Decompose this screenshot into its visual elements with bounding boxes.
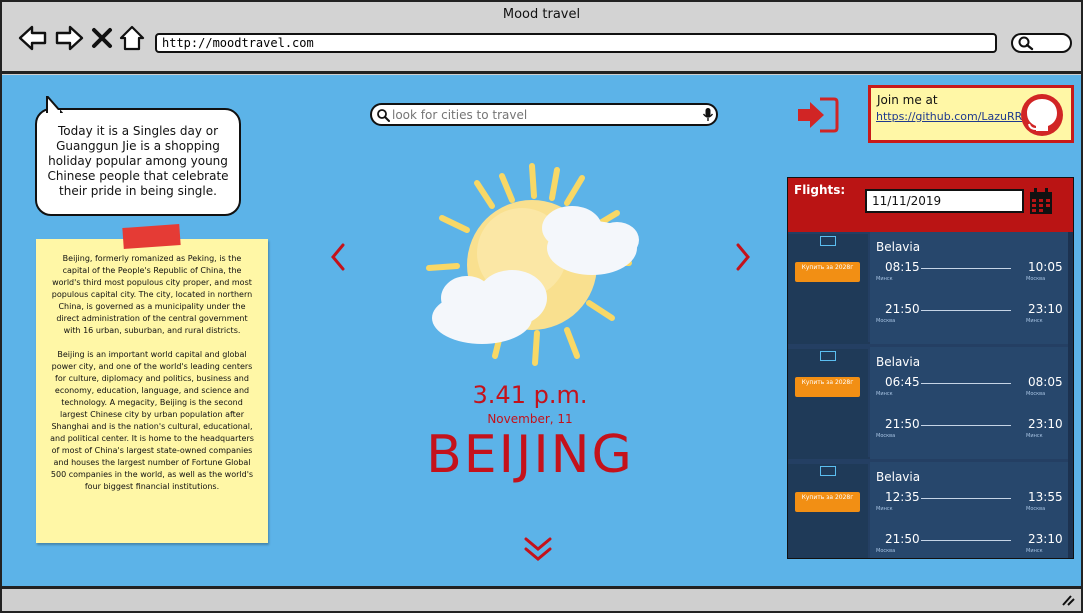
route-line (921, 383, 1011, 384)
flight-segment-return: 21:50 23:10 Москва Минск (876, 532, 1063, 558)
buy-button[interactable]: Купить за 2028г (795, 262, 860, 282)
next-city-arrow[interactable] (732, 241, 754, 273)
departure-city: Москва (876, 318, 896, 324)
departure-time: 21:50 (885, 302, 920, 316)
search-icon (1018, 36, 1034, 51)
tape-decoration (122, 224, 181, 249)
route-line (921, 310, 1011, 311)
flight-card[interactable]: Купить за 2028г Belavia 08:15 10:05 Минс… (788, 232, 1068, 344)
departure-city: Москва (876, 548, 896, 554)
departure-time: 21:50 (885, 417, 920, 431)
holiday-text: Today it is a Singles day or Guanggun Ji… (47, 124, 229, 198)
flight-segment-return: 21:50 23:10 Москва Минск (876, 302, 1063, 342)
route-line (921, 498, 1011, 499)
departure-city: Москва (876, 433, 896, 439)
route-line (921, 425, 1011, 426)
page-content: Today it is a Singles day or Guanggun Ji… (2, 75, 1081, 586)
arrival-city: Москва (1026, 276, 1046, 282)
flight-segment-outbound: 12:35 13:55 Минск Москва (876, 490, 1063, 530)
departure-time: 12:35 (885, 490, 920, 504)
close-icon[interactable] (90, 24, 114, 52)
login-icon[interactable] (796, 96, 840, 134)
flight-card[interactable]: Купить за 2028г Belavia 06:45 08:05 Минс… (788, 347, 1068, 459)
scroll-down-chevrons[interactable] (522, 535, 554, 563)
flight-card-price-block: Купить за 2028г (788, 464, 868, 558)
buy-button[interactable]: Купить за 2028г (795, 377, 860, 397)
city-search-box[interactable] (370, 103, 718, 126)
route-line (921, 540, 1011, 541)
route-line (921, 268, 1011, 269)
browser-statusbar (2, 586, 1081, 611)
browser-search-button[interactable] (1011, 33, 1072, 53)
back-icon[interactable] (18, 24, 48, 52)
flight-segment-return: 21:50 23:10 Москва Минск (876, 417, 1063, 457)
local-date: November, 11 (487, 412, 573, 426)
window-title: Mood travel (502, 7, 581, 22)
flights-label: Flights: (794, 183, 846, 197)
github-link[interactable]: https://github.com/LazuRR (876, 110, 1022, 123)
departure-city: Минск (876, 506, 893, 512)
flight-list-scrollbar[interactable] (1068, 232, 1073, 558)
home-icon[interactable] (118, 24, 146, 52)
flight-card-details: Belavia 12:35 13:55 Минск Москва 21:50 2… (870, 462, 1068, 558)
description-paragraph-1: Beijing, formerly romanized as Peking, i… (51, 254, 253, 335)
flight-segment-outbound: 08:15 10:05 Минск Москва (876, 260, 1063, 300)
departure-city: Минск (876, 391, 893, 397)
join-github-panel: Join me at https://github.com/LazuRR (868, 85, 1074, 143)
local-time: 3.41 p.m. (472, 381, 588, 409)
city-name: BEIJING (426, 425, 634, 485)
flight-results-list[interactable]: Купить за 2028г Belavia 08:15 10:05 Минс… (788, 232, 1073, 558)
forward-icon[interactable] (54, 24, 84, 52)
arrival-time: 23:10 (1028, 532, 1063, 546)
flights-date-input[interactable]: 11/11/2019 (865, 189, 1024, 213)
flight-segment-outbound: 06:45 08:05 Минск Москва (876, 375, 1063, 415)
previous-city-arrow[interactable] (327, 241, 349, 273)
resize-grip-icon[interactable] (1059, 594, 1075, 606)
arrival-time: 10:05 (1028, 260, 1063, 274)
arrival-city: Минск (1026, 433, 1043, 439)
arrival-time: 23:10 (1028, 417, 1063, 431)
flight-card-price-block: Купить за 2028г (788, 349, 868, 459)
join-label: Join me at (877, 93, 938, 107)
flights-panel: Flights: 11/11/2019 Купить за 2028г Bela… (787, 177, 1074, 559)
flight-card[interactable]: Купить за 2028г Belavia 12:35 13:55 Минс… (788, 462, 1068, 558)
browser-titlebar: Mood travel http://moodtravel.com (2, 2, 1081, 74)
departure-time: 06:45 (885, 375, 920, 389)
flight-card-details: Belavia 08:15 10:05 Минск Москва 21:50 2… (870, 232, 1068, 344)
arrival-time: 08:05 (1028, 375, 1063, 389)
flight-card-details: Belavia 06:45 08:05 Минск Москва 21:50 2… (870, 347, 1068, 459)
airline-logo-icon (820, 236, 836, 246)
bubble-tail (46, 96, 63, 114)
flight-card-price-block: Купить за 2028г (788, 234, 868, 344)
arrival-city: Минск (1026, 548, 1043, 554)
arrival-time: 23:10 (1028, 302, 1063, 316)
arrival-city: Москва (1026, 391, 1046, 397)
departure-time: 21:50 (885, 532, 920, 546)
github-icon[interactable] (1020, 93, 1064, 137)
description-paragraph-2: Beijing is an important world capital an… (50, 350, 254, 491)
airline-name: Belavia (876, 470, 921, 484)
url-bar[interactable]: http://moodtravel.com (155, 33, 997, 53)
airline-name: Belavia (876, 355, 921, 369)
airline-name: Belavia (876, 240, 921, 254)
arrival-time: 13:55 (1028, 490, 1063, 504)
buy-button[interactable]: Купить за 2028г (795, 492, 860, 512)
search-icon (377, 109, 390, 122)
departure-city: Минск (876, 276, 893, 282)
airline-logo-icon (820, 466, 836, 476)
calendar-icon[interactable] (1029, 188, 1053, 215)
arrival-city: Минск (1026, 318, 1043, 324)
browser-window: Mood travel http://moodtravel.com Today … (0, 0, 1083, 613)
city-search-input[interactable] (392, 106, 692, 123)
arrival-city: Москва (1026, 506, 1046, 512)
weather-sun-cloud-icon (426, 163, 639, 366)
holiday-speech-bubble: Today it is a Singles day or Guanggun Ji… (35, 96, 241, 216)
departure-time: 08:15 (885, 260, 920, 274)
airline-logo-icon (820, 351, 836, 361)
city-description-note: Beijing, formerly romanized as Peking, i… (36, 239, 268, 543)
microphone-icon[interactable] (702, 107, 714, 123)
